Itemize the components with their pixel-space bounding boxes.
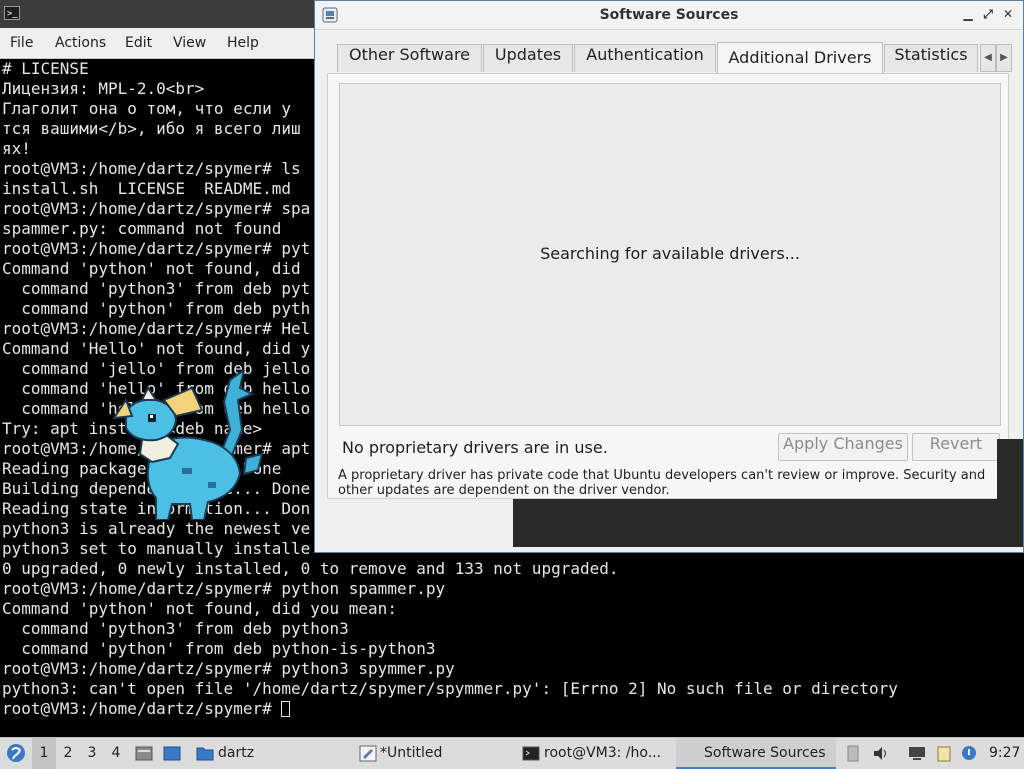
searching-message: Searching for available drivers... xyxy=(540,244,800,263)
terminal-line: root@VM3:/home/dartz/spymer# spa xyxy=(2,199,311,218)
vaporeon-sprite[interactable] xyxy=(112,370,282,520)
menu-view[interactable]: View xyxy=(173,35,206,51)
dialog-title: Software Sources xyxy=(599,7,739,23)
terminal-line: Command 'Hello' not found, did y xyxy=(2,339,311,358)
task-software-sources[interactable]: Software Sources xyxy=(676,738,836,769)
terminal-line: python3 is already the newest ve xyxy=(2,519,311,538)
clipboard-icon[interactable] xyxy=(935,745,953,762)
terminal-line: Command 'python' not found, did you mean… xyxy=(2,599,397,618)
terminal-line: root@VM3:/home/dartz/spymer# ls xyxy=(2,159,301,178)
terminal-prompt-line[interactable]: root@VM3:/home/dartz/spymer# xyxy=(2,699,291,719)
terminal-line: Лицензия: MPL-2.0<br> xyxy=(2,79,205,98)
workspace-1[interactable]: 1 xyxy=(32,738,56,769)
file-manager-launcher-icon[interactable] xyxy=(135,745,153,762)
task-untitled[interactable]: *Untitled xyxy=(376,738,442,769)
tab-scroll-left-icon[interactable]: ◀ xyxy=(980,44,996,72)
terminal-line: command 'python3' from deb pyt xyxy=(2,279,311,298)
folder-icon xyxy=(196,747,214,761)
maximize-icon[interactable]: ⤢ xyxy=(981,7,995,21)
clock[interactable]: 9:27 xyxy=(989,738,1020,769)
volume-icon[interactable] xyxy=(872,745,890,762)
terminal-prompt: root@VM3:/home/dartz/spymer# xyxy=(2,699,282,718)
terminal-line: тся вашими</b>, ибо я всего лиш xyxy=(2,119,301,138)
terminal-line: root@VM3:/home/dartz/spymer# python spam… xyxy=(2,579,446,598)
workspace-4[interactable]: 4 xyxy=(104,738,128,769)
terminal-line: Глаголит она о том, что если у xyxy=(2,99,301,118)
terminal-app-icon: >_ xyxy=(4,6,20,20)
menu-actions[interactable]: Actions xyxy=(55,35,106,51)
task-terminal[interactable]: root@VM3: /ho... xyxy=(540,738,661,769)
terminal-line: 0 upgraded, 0 newly installed, 0 to remo… xyxy=(2,559,619,578)
terminal-line: command 'python' from deb python-is-pyth… xyxy=(2,639,436,658)
terminal-line: spammer.py: command not found xyxy=(2,219,282,238)
menu-edit[interactable]: Edit xyxy=(125,35,152,51)
render-artifact xyxy=(513,499,1023,547)
terminal-line: install.sh LICENSE README.md xyxy=(2,179,291,198)
show-desktop-icon[interactable] xyxy=(163,745,181,762)
terminal-line: Command 'python' not found, did xyxy=(2,259,311,278)
drivers-list[interactable]: Searching for available drivers... xyxy=(339,83,1001,426)
terminal-line: python3 set to manually installe xyxy=(2,539,311,558)
terminal-line: ях! xyxy=(2,139,31,158)
terminal-line: root@VM3:/home/dartz/spymer# python3 spy… xyxy=(2,659,455,678)
workspace-3[interactable]: 3 xyxy=(80,738,104,769)
dialog-tab-strip: Other Software Updates Authentication Ad… xyxy=(337,42,1012,74)
revert-button[interactable]: Revert xyxy=(912,433,1000,461)
notification-icon[interactable] xyxy=(960,745,978,762)
terminal-line: # LICENSE xyxy=(2,59,89,78)
additional-drivers-pane: Searching for available drivers... No pr… xyxy=(327,73,1009,499)
minimize-icon[interactable]: ▁ xyxy=(961,7,975,21)
terminal-line: root@VM3:/home/dartz/spymer# Hel xyxy=(2,319,311,338)
terminal-icon xyxy=(522,746,540,761)
taskbar: 1 2 3 4 dartz *Untitled root@VM3: /ho...… xyxy=(0,737,1024,769)
network-icon[interactable] xyxy=(908,745,926,762)
apply-changes-button[interactable]: Apply Changes xyxy=(778,433,908,461)
tab-updates[interactable]: Updates xyxy=(483,44,573,72)
workspace-2[interactable]: 2 xyxy=(56,738,80,769)
text-editor-icon xyxy=(359,745,377,762)
tab-authentication[interactable]: Authentication xyxy=(574,44,716,72)
tab-scroll-right-icon[interactable]: ▶ xyxy=(996,44,1012,72)
close-icon[interactable]: ✕ xyxy=(1001,7,1015,21)
render-artifact xyxy=(997,439,1023,499)
menu-help[interactable]: Help xyxy=(227,35,259,51)
text-cursor xyxy=(281,701,291,717)
drivers-status: No proprietary drivers are in use. xyxy=(342,438,608,457)
terminal-line: root@VM3:/home/dartz/spymer# pyt xyxy=(2,239,311,258)
dialog-titlebar[interactable]: Software Sources ▁ ⤢ ✕ xyxy=(315,1,1023,30)
terminal-line: python3: can't open file '/home/dartz/sp… xyxy=(2,679,898,698)
terminal-line: command 'python3' from deb python3 xyxy=(2,619,349,638)
software-sources-window: Software Sources ▁ ⤢ ✕ Other Software Up… xyxy=(314,0,1024,553)
tab-statistics[interactable]: Statistics xyxy=(884,44,978,72)
scroll-handle-icon[interactable] xyxy=(844,745,862,762)
terminal-line: command 'python' from deb pyth xyxy=(2,299,311,318)
tab-additional-drivers[interactable]: Additional Drivers xyxy=(717,42,883,74)
start-menu-icon[interactable] xyxy=(6,743,26,763)
menu-file[interactable]: File xyxy=(10,35,33,51)
proprietary-driver-note: A proprietary driver has private code th… xyxy=(338,468,986,498)
task-dartz[interactable]: dartz xyxy=(214,738,254,769)
tab-other-software[interactable]: Other Software xyxy=(337,44,482,72)
